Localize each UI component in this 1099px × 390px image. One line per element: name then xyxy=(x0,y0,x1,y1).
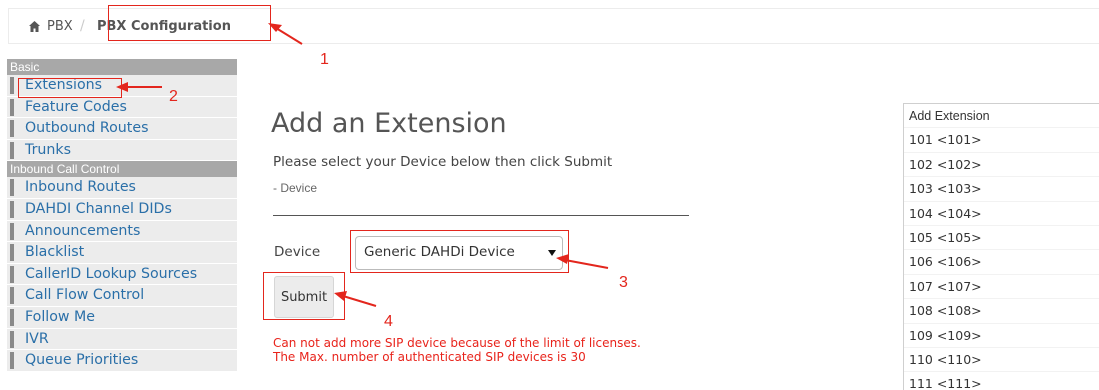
extension-list-item[interactable]: 107 <107> xyxy=(904,275,1099,300)
annotation-box-2 xyxy=(18,78,122,98)
error-line-1: Can not add more SIP device because of t… xyxy=(273,336,641,350)
sidebar-section-inbound-call-control: Inbound Call Control xyxy=(7,161,237,178)
error-line-2: The Max. number of authenticated SIP dev… xyxy=(273,350,586,364)
extension-list-item[interactable]: 106 <106> xyxy=(904,250,1099,275)
home-icon[interactable] xyxy=(29,21,40,32)
annotation-number-2: 2 xyxy=(169,88,178,105)
sidebar: Basic Extensions Feature Codes Outbound … xyxy=(7,59,237,372)
extension-list-item[interactable]: 104 <104> xyxy=(904,202,1099,226)
sidebar-item-callerid-lookup-sources[interactable]: CallerID Lookup Sources xyxy=(7,263,237,286)
annotation-box-1 xyxy=(108,5,271,41)
page-subtitle: Please select your Device below then cli… xyxy=(273,154,613,170)
annotation-box-4 xyxy=(263,272,345,320)
arrow-3 xyxy=(564,259,609,269)
sidebar-section-basic: Basic xyxy=(7,59,237,75)
breadcrumb-separator: / xyxy=(80,18,85,34)
sidebar-item-outbound-routes[interactable]: Outbound Routes xyxy=(7,118,237,140)
extension-list-panel: Add Extension 101 <101> 102 <102> 103 <1… xyxy=(903,103,1099,390)
extension-list-item[interactable]: 108 <108> xyxy=(904,299,1099,324)
sidebar-item-blacklist[interactable]: Blacklist xyxy=(7,242,237,264)
sidebar-item-trunks[interactable]: Trunks xyxy=(7,139,237,162)
sidebar-item-announcements[interactable]: Announcements xyxy=(7,220,237,243)
extension-list-item[interactable]: 102 <102> xyxy=(904,153,1099,178)
extension-list-item[interactable]: 101 <101> xyxy=(904,128,1099,153)
device-section-label: - Device xyxy=(273,181,318,195)
sidebar-item-inbound-routes[interactable]: Inbound Routes xyxy=(7,177,237,199)
error-message: Can not add more SIP device because of t… xyxy=(273,336,641,364)
sidebar-item-follow-me[interactable]: Follow Me xyxy=(7,306,237,329)
extension-list-item[interactable]: 103 <103> xyxy=(904,177,1099,202)
arrow-4 xyxy=(342,295,377,307)
annotation-box-3 xyxy=(350,230,569,273)
section-divider xyxy=(273,215,689,216)
add-extension-link[interactable]: Add Extension xyxy=(904,104,1099,129)
extension-list-item[interactable]: 109 <109> xyxy=(904,324,1099,348)
device-field-label: Device xyxy=(274,244,321,260)
extension-list-item[interactable]: 110 <110> xyxy=(904,348,1099,373)
sidebar-item-queue-priorities[interactable]: Queue Priorities xyxy=(7,350,237,372)
page-title: Add an Extension xyxy=(271,108,507,139)
sidebar-item-feature-codes[interactable]: Feature Codes xyxy=(7,96,237,119)
annotation-number-3: 3 xyxy=(619,274,628,291)
annotation-number-1: 1 xyxy=(320,51,329,68)
annotation-number-4: 4 xyxy=(384,313,393,330)
extension-list-item[interactable]: 105 <105> xyxy=(904,226,1099,251)
extension-list-item[interactable]: 111 <111> xyxy=(904,372,1099,390)
sidebar-item-call-flow-control[interactable]: Call Flow Control xyxy=(7,285,237,307)
breadcrumb-pbx-link[interactable]: PBX xyxy=(47,19,73,34)
sidebar-item-ivr[interactable]: IVR xyxy=(7,328,237,351)
sidebar-item-dahdi-channel-dids[interactable]: DAHDI Channel DIDs xyxy=(7,198,237,221)
